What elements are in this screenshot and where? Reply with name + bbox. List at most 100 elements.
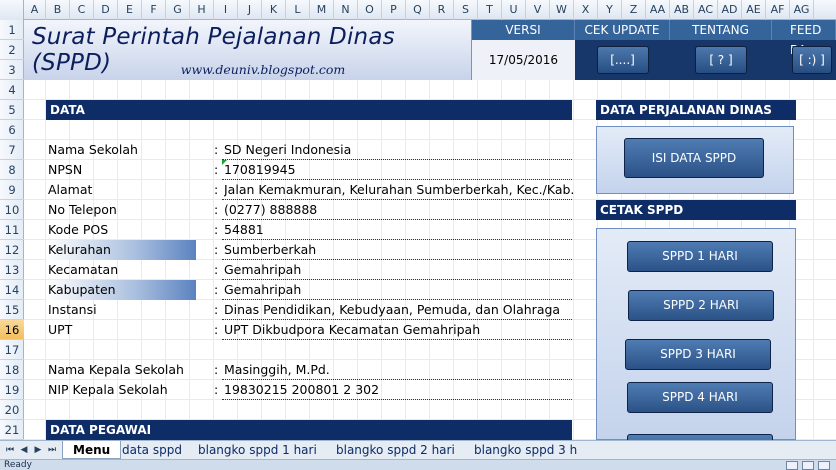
column-header-ad[interactable]: AD	[718, 0, 742, 20]
column-header-b[interactable]: B	[46, 0, 70, 20]
field-label: Nama Kepala Sekolah	[48, 362, 184, 377]
field-value[interactable]: 54881	[224, 220, 574, 240]
field-value[interactable]: Dinas Pendidikan, Kebudyaan, Pemuda, dan…	[224, 300, 574, 320]
column-header-p[interactable]: P	[382, 0, 406, 20]
row-header-1[interactable]: 1	[0, 20, 24, 40]
sheet-tab-data-sppd[interactable]: data sppd	[112, 441, 192, 459]
sheet-tab-blangko-sppd-3-h[interactable]: blangko sppd 3 h	[464, 441, 587, 459]
row-header-17[interactable]: 17	[0, 340, 24, 360]
select-all-corner[interactable]	[0, 0, 24, 20]
title-banner: Surat Perintah Pejalanan Dinas (SPPD) ww…	[24, 20, 472, 80]
column-header-j[interactable]: J	[238, 0, 262, 20]
field-label: Kabupaten	[46, 280, 196, 300]
column-header-g[interactable]: G	[166, 0, 190, 20]
column-header-a[interactable]: A	[24, 0, 46, 20]
column-header-o[interactable]: O	[358, 0, 382, 20]
column-header-aa[interactable]: AA	[646, 0, 670, 20]
column-header-bar: A B C D E F G H I J K L M N O P Q R S T U V W X Y Z AA AB AC AD AE AF AG	[0, 0, 836, 20]
row-header-9[interactable]: 9	[0, 180, 24, 200]
column-header-d[interactable]: D	[94, 0, 118, 20]
row-header-10[interactable]: 10	[0, 200, 24, 220]
field-label: Instansi	[48, 302, 97, 317]
row-header-8[interactable]: 8	[0, 160, 24, 180]
row-header-19[interactable]: 19	[0, 380, 24, 400]
isi-data-sppd-button[interactable]: ISI DATA SPPD	[624, 138, 764, 178]
prev-sheet-button[interactable]: ◀	[18, 443, 30, 457]
status-text: Ready	[4, 460, 32, 470]
row-header-16[interactable]: 16	[0, 320, 24, 340]
field-value[interactable]: SD Negeri Indonesia	[224, 140, 574, 160]
row-header-13[interactable]: 13	[0, 260, 24, 280]
feedback-label: FEED BA	[772, 20, 836, 57]
tentang-button[interactable]: [ ? ]	[695, 46, 747, 74]
column-header-af[interactable]: AF	[766, 0, 790, 20]
row-header-20[interactable]: 20	[0, 400, 24, 420]
row-header-7[interactable]: 7	[0, 140, 24, 160]
column-header-q[interactable]: Q	[406, 0, 430, 20]
column-header-w[interactable]: W	[550, 0, 574, 20]
column-header-t[interactable]: T	[478, 0, 502, 20]
row-header-12[interactable]: 12	[0, 240, 24, 260]
cetak-panel: SPPD 1 HARI SPPD 2 HARI SPPD 3 HARI SPPD…	[596, 228, 796, 440]
field-value[interactable]: 170819945	[224, 160, 574, 180]
column-header-l[interactable]: L	[286, 0, 310, 20]
column-header-v[interactable]: V	[526, 0, 550, 20]
first-sheet-button[interactable]: ⏮	[4, 443, 16, 457]
row-header-4[interactable]: 4	[0, 80, 24, 100]
row-header-6[interactable]: 6	[0, 120, 24, 140]
column-header-i[interactable]: I	[214, 0, 238, 20]
field-value[interactable]: Jalan Kemakmuran, Kelurahan Sumberberkah…	[224, 180, 574, 200]
row-header-11[interactable]: 11	[0, 220, 24, 240]
column-header-k[interactable]: K	[262, 0, 286, 20]
sppd-2-hari-button[interactable]: SPPD 2 HARI	[628, 290, 774, 321]
column-header-r[interactable]: R	[430, 0, 454, 20]
column-header-n[interactable]: N	[334, 0, 358, 20]
sppd-1-hari-button[interactable]: SPPD 1 HARI	[627, 241, 773, 272]
sheet-tab-blangko-sppd-1-hari[interactable]: blangko sppd 1 hari	[188, 441, 327, 459]
row-header-5[interactable]: 5	[0, 100, 24, 120]
field-value[interactable]: Gemahripah	[224, 260, 574, 280]
column-header-ab[interactable]: AB	[670, 0, 694, 20]
column-header-f[interactable]: F	[142, 0, 166, 20]
column-header-ac[interactable]: AC	[694, 0, 718, 20]
column-header-u[interactable]: U	[502, 0, 526, 20]
cek-update-button[interactable]: [....]	[596, 46, 649, 74]
row-header-2[interactable]: 2	[0, 40, 24, 60]
field-underline	[222, 399, 572, 400]
field-value[interactable]: 19830215 200801 2 302	[224, 380, 574, 400]
field-value[interactable]: Sumberberkah	[224, 240, 574, 260]
sheet-tab-blangko-sppd-2-hari[interactable]: blangko sppd 2 hari	[326, 441, 465, 459]
sppd-4-hari-button[interactable]: SPPD 4 HARI	[627, 382, 773, 413]
worksheet[interactable]: Surat Perintah Pejalanan Dinas (SPPD) ww…	[24, 20, 836, 440]
column-header-z[interactable]: Z	[622, 0, 646, 20]
page-layout-view-icon[interactable]	[802, 461, 814, 470]
row-header-18[interactable]: 18	[0, 360, 24, 380]
field-value[interactable]: UPT Dikbudpora Kecamatan Gemahripah	[224, 320, 574, 340]
last-sheet-button[interactable]: ⏭	[46, 443, 58, 457]
column-header-ae[interactable]: AE	[742, 0, 766, 20]
field-label: No Telepon	[48, 202, 117, 217]
next-sheet-button[interactable]: ▶	[32, 443, 44, 457]
column-header-ag[interactable]: AG	[790, 0, 814, 20]
feedback-button[interactable]: [ :) ]	[792, 46, 832, 74]
field-underline	[222, 339, 572, 340]
column-header-h[interactable]: H	[190, 0, 214, 20]
field-colon: :	[214, 202, 219, 217]
field-value[interactable]: Masinggih, M.Pd.	[224, 360, 574, 380]
data-pegawai-header: DATA PEGAWAI	[46, 420, 572, 440]
column-header-x[interactable]: X	[574, 0, 598, 20]
row-header-15[interactable]: 15	[0, 300, 24, 320]
column-header-y[interactable]: Y	[598, 0, 622, 20]
column-header-c[interactable]: C	[70, 0, 94, 20]
normal-view-icon[interactable]	[786, 461, 798, 470]
column-header-e[interactable]: E	[118, 0, 142, 20]
field-value[interactable]: (0277) 888888	[224, 200, 574, 220]
field-value[interactable]: Gemahripah	[224, 280, 574, 300]
sppd-3-hari-button[interactable]: SPPD 3 HARI	[625, 339, 771, 370]
column-header-m[interactable]: M	[310, 0, 334, 20]
row-header-14[interactable]: 14	[0, 280, 24, 300]
row-header-3[interactable]: 3	[0, 60, 24, 80]
column-header-s[interactable]: S	[454, 0, 478, 20]
page-break-view-icon[interactable]	[818, 461, 830, 470]
row-header-21[interactable]: 21	[0, 420, 24, 440]
